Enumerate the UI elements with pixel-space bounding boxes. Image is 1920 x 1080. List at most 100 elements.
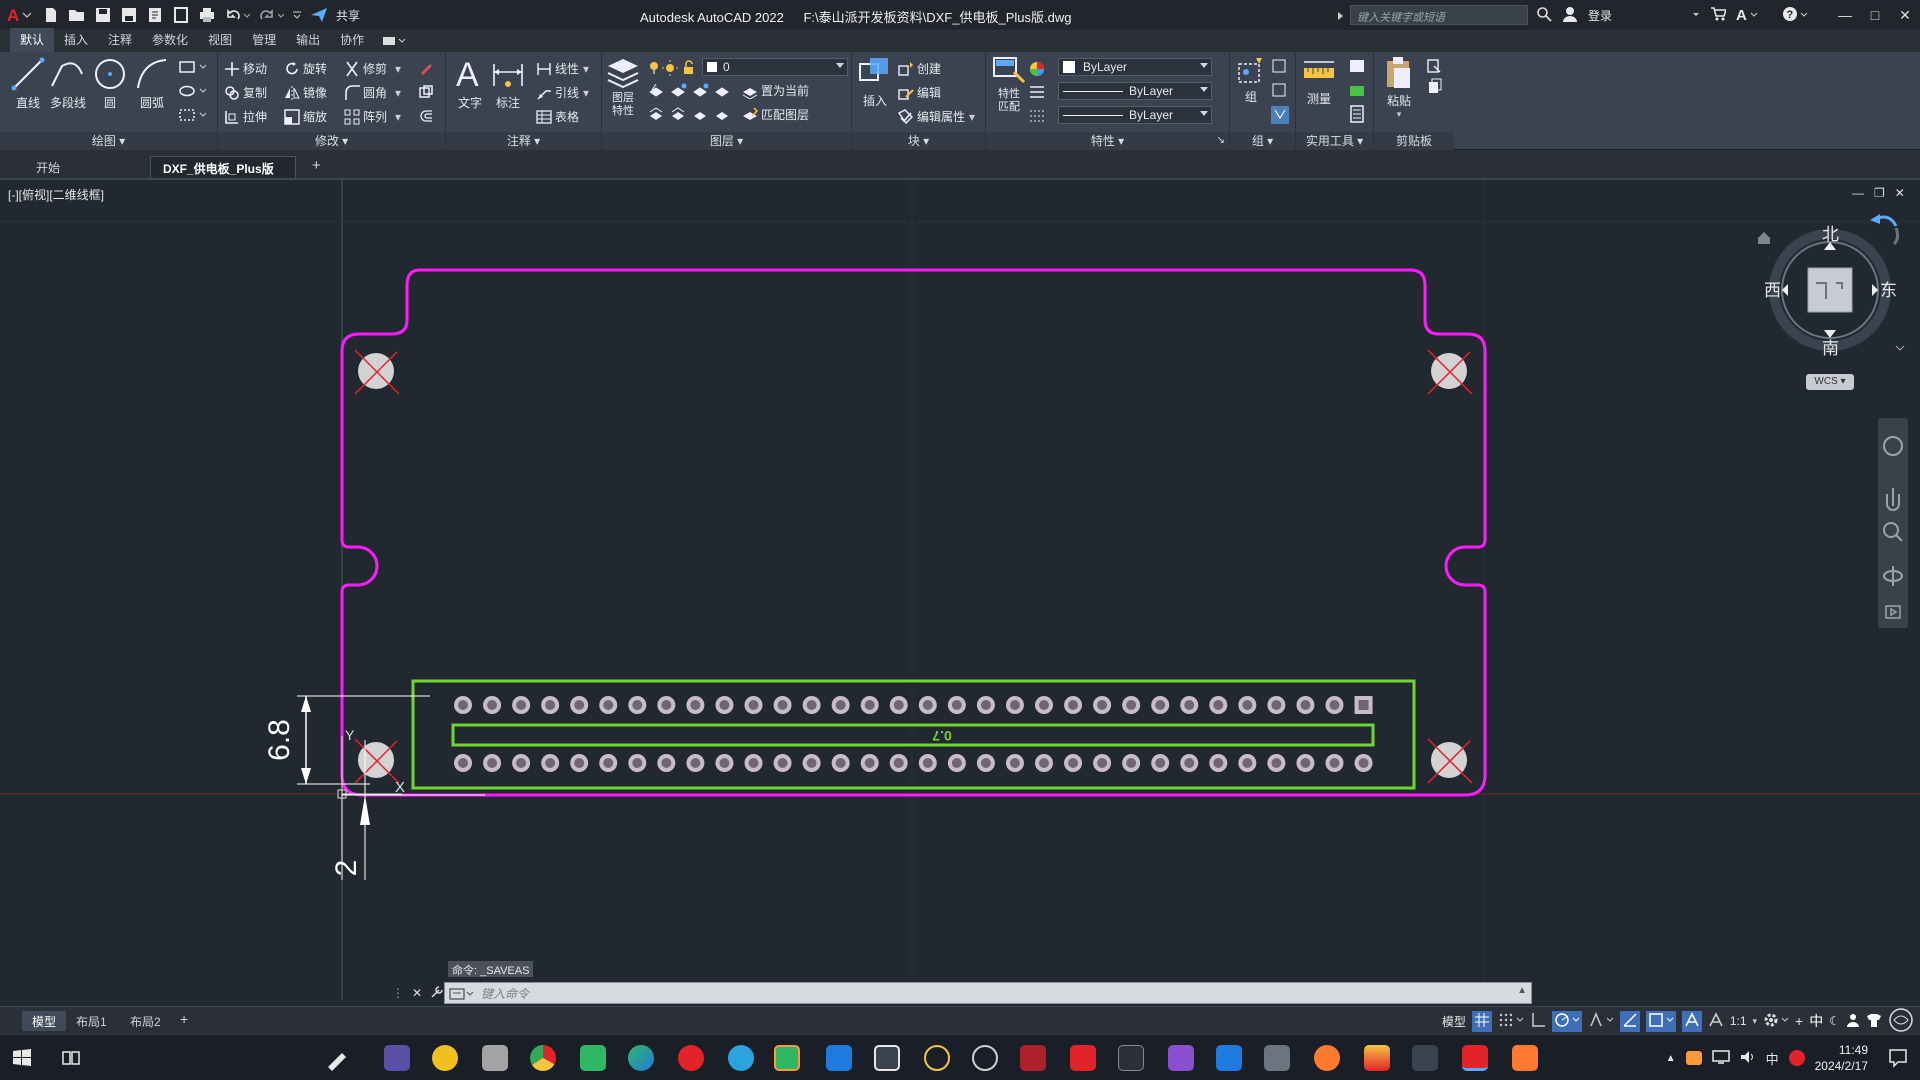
layer-select[interactable]: 0 bbox=[702, 58, 848, 76]
view-cube[interactable]: 北 南 西 东 WCS ▾ bbox=[1758, 210, 1908, 410]
taskbar-app-compass-icon[interactable] bbox=[1314, 1045, 1340, 1071]
insert-block-button[interactable]: 插入 bbox=[858, 56, 892, 109]
taskbar-visual-studio-icon[interactable] bbox=[1168, 1045, 1194, 1071]
print-icon[interactable] bbox=[196, 4, 218, 26]
command-prompt-icon[interactable] bbox=[449, 986, 475, 1005]
rotate-button[interactable]: 旋转 bbox=[284, 60, 327, 77]
steering-wheel-icon[interactable] bbox=[1883, 436, 1903, 456]
task-view-icon[interactable] bbox=[62, 1049, 80, 1070]
panel-block-title[interactable]: 块 ▾ bbox=[852, 132, 985, 150]
ribbon-tab-manage[interactable]: 管理 bbox=[242, 28, 286, 52]
polyline-button[interactable]: 多段线 bbox=[48, 56, 88, 111]
plus-icon[interactable]: + bbox=[1795, 1013, 1803, 1029]
viewport-minimize-icon[interactable]: — bbox=[1852, 186, 1864, 200]
dimension-button[interactable]: 标注 bbox=[490, 56, 526, 111]
close-icon[interactable]: ✕ bbox=[1890, 0, 1920, 30]
taskbar-app-arrows-icon[interactable] bbox=[1264, 1045, 1290, 1071]
layout-tab-model[interactable]: 模型 bbox=[22, 1011, 67, 1031]
ribbon-tab-collaborate[interactable]: 协作 bbox=[330, 28, 374, 52]
taskbar-chrome-icon[interactable] bbox=[530, 1045, 556, 1071]
panel-modify-title[interactable]: 修改 ▾ bbox=[218, 132, 445, 150]
taskbar-app-yellow-icon[interactable] bbox=[924, 1045, 950, 1071]
trim-button[interactable]: 修剪 ▾ bbox=[344, 60, 401, 77]
ime-language-indicator[interactable]: 中 bbox=[1809, 1011, 1823, 1031]
network-icon[interactable] bbox=[1711, 1049, 1730, 1067]
save-icon[interactable] bbox=[92, 4, 114, 26]
mirror-button[interactable]: 镜像 bbox=[284, 84, 327, 101]
model-space-button[interactable]: 模型 bbox=[1442, 1013, 1466, 1030]
tray-app-icon[interactable] bbox=[1685, 1051, 1702, 1065]
viewport-restore-icon[interactable]: ❐ bbox=[1874, 186, 1885, 200]
ribbon-tab-default[interactable]: 默认 bbox=[10, 28, 55, 52]
viewport-controls-label[interactable]: [-][俯视][二维线框] bbox=[8, 186, 104, 203]
panel-utilities-title[interactable]: 实用工具 ▾ bbox=[1296, 132, 1373, 150]
set-current-layer-button[interactable]: 置为当前 bbox=[742, 82, 809, 99]
annotation-scale-button[interactable]: 1:1 bbox=[1730, 1014, 1747, 1028]
layer-tools-row-1[interactable] bbox=[648, 82, 744, 101]
scale-button[interactable]: 缩放 bbox=[284, 108, 327, 125]
hatch-button[interactable] bbox=[178, 108, 211, 122]
taskbar-app-aperture-icon[interactable] bbox=[972, 1045, 998, 1071]
layout-tab-layout2[interactable]: 布局2 bbox=[120, 1011, 171, 1031]
ribbon-tab-parametric[interactable]: 参数化 bbox=[142, 28, 198, 52]
cart-icon[interactable] bbox=[1710, 6, 1728, 25]
lineweight-icon[interactable] bbox=[1028, 108, 1046, 127]
new-tab-icon[interactable]: + bbox=[304, 156, 329, 178]
taskbar-app-blue-square-icon[interactable] bbox=[826, 1045, 852, 1071]
panel-layers-title[interactable]: 图层 ▾ bbox=[602, 132, 851, 150]
taskbar-vscode-icon[interactable] bbox=[1216, 1045, 1242, 1071]
copy-button[interactable]: 复制 bbox=[224, 84, 267, 101]
taskbar-clock[interactable]: 11:49 2024/2/17 bbox=[1815, 1042, 1868, 1074]
taskbar-app-search-orange-icon[interactable] bbox=[1512, 1045, 1538, 1071]
layer-state-icons[interactable] bbox=[648, 60, 708, 76]
auto-scale-icon[interactable] bbox=[1708, 1011, 1724, 1031]
save-web-icon[interactable] bbox=[170, 4, 192, 26]
utility-tools-icons[interactable] bbox=[1348, 58, 1368, 131]
isodraft-icon[interactable] bbox=[1588, 1011, 1614, 1031]
ribbon-tab-insert[interactable]: 插入 bbox=[54, 28, 98, 52]
share-icon[interactable] bbox=[308, 4, 330, 26]
taskbar-telegram-icon[interactable] bbox=[728, 1045, 754, 1071]
match-layer-button[interactable]: 匹配图层 bbox=[742, 106, 809, 123]
redo-icon[interactable] bbox=[256, 4, 286, 26]
viewcube-north[interactable]: 北 bbox=[1822, 220, 1839, 245]
taskbar-app-flame-icon[interactable] bbox=[1364, 1045, 1390, 1071]
doc-tab-current[interactable]: DXF_供电板_Plus版 ✕ bbox=[150, 156, 296, 191]
autodesk-app-icon[interactable]: A bbox=[1736, 6, 1760, 25]
panel-properties-title[interactable]: 特性 ▾ ↘ bbox=[986, 132, 1229, 150]
rectangle-button[interactable] bbox=[178, 60, 211, 74]
paste-button[interactable]: 粘贴 ▾ bbox=[1384, 56, 1414, 120]
annotation-visibility-icon[interactable] bbox=[1681, 1010, 1702, 1032]
polar-tracking-icon[interactable] bbox=[1551, 1010, 1582, 1032]
viewcube-east[interactable]: 东 bbox=[1880, 276, 1897, 301]
viewcube-west[interactable]: 西 bbox=[1764, 276, 1781, 301]
taskbar-netease-music-icon[interactable] bbox=[678, 1045, 704, 1071]
explode-button[interactable] bbox=[418, 84, 437, 100]
group-button[interactable]: 组 bbox=[1236, 56, 1266, 105]
drawing-viewport[interactable]: [-][俯视][二维线框] — ❐ ✕ bbox=[0, 180, 1920, 1015]
fillet-button[interactable]: 圆角 ▾ bbox=[344, 84, 401, 101]
layer-tools-row-2[interactable] bbox=[648, 106, 744, 125]
snap-icon[interactable] bbox=[1498, 1012, 1524, 1031]
arc-button[interactable]: 圆弧 bbox=[134, 56, 170, 111]
edit-attributes-button[interactable]: 编辑属性 ▾ bbox=[898, 108, 975, 125]
taskbar-app-tools-icon[interactable] bbox=[482, 1045, 508, 1071]
table-button[interactable]: 表格 bbox=[536, 108, 579, 125]
doc-tab-start[interactable]: 开始 bbox=[24, 156, 72, 178]
move-button[interactable]: 移动 bbox=[224, 60, 267, 77]
tray-sogou-icon[interactable] bbox=[1788, 1050, 1805, 1066]
ellipse-button[interactable] bbox=[178, 84, 211, 98]
group-tools-icons[interactable] bbox=[1270, 58, 1290, 131]
open-web-icon[interactable] bbox=[144, 4, 166, 26]
color-wheel-icon[interactable] bbox=[1028, 60, 1046, 81]
viewport-close-icon[interactable]: ✕ bbox=[1895, 186, 1905, 200]
layout-tab-layout1[interactable]: 布局1 bbox=[66, 1011, 117, 1031]
taskbar-wechat-icon[interactable] bbox=[774, 1045, 800, 1071]
taskbar-app-chat-icon[interactable] bbox=[432, 1045, 458, 1071]
orbit-icon[interactable] bbox=[1883, 566, 1904, 586]
line-button[interactable]: 直线 bbox=[10, 56, 46, 111]
ribbon-tab-view[interactable]: 视图 bbox=[198, 28, 242, 52]
taskbar-edge-icon[interactable] bbox=[628, 1045, 654, 1071]
viewcube-wcs-button[interactable]: WCS ▾ bbox=[1806, 374, 1854, 390]
share-label[interactable]: 共享 bbox=[336, 7, 360, 24]
